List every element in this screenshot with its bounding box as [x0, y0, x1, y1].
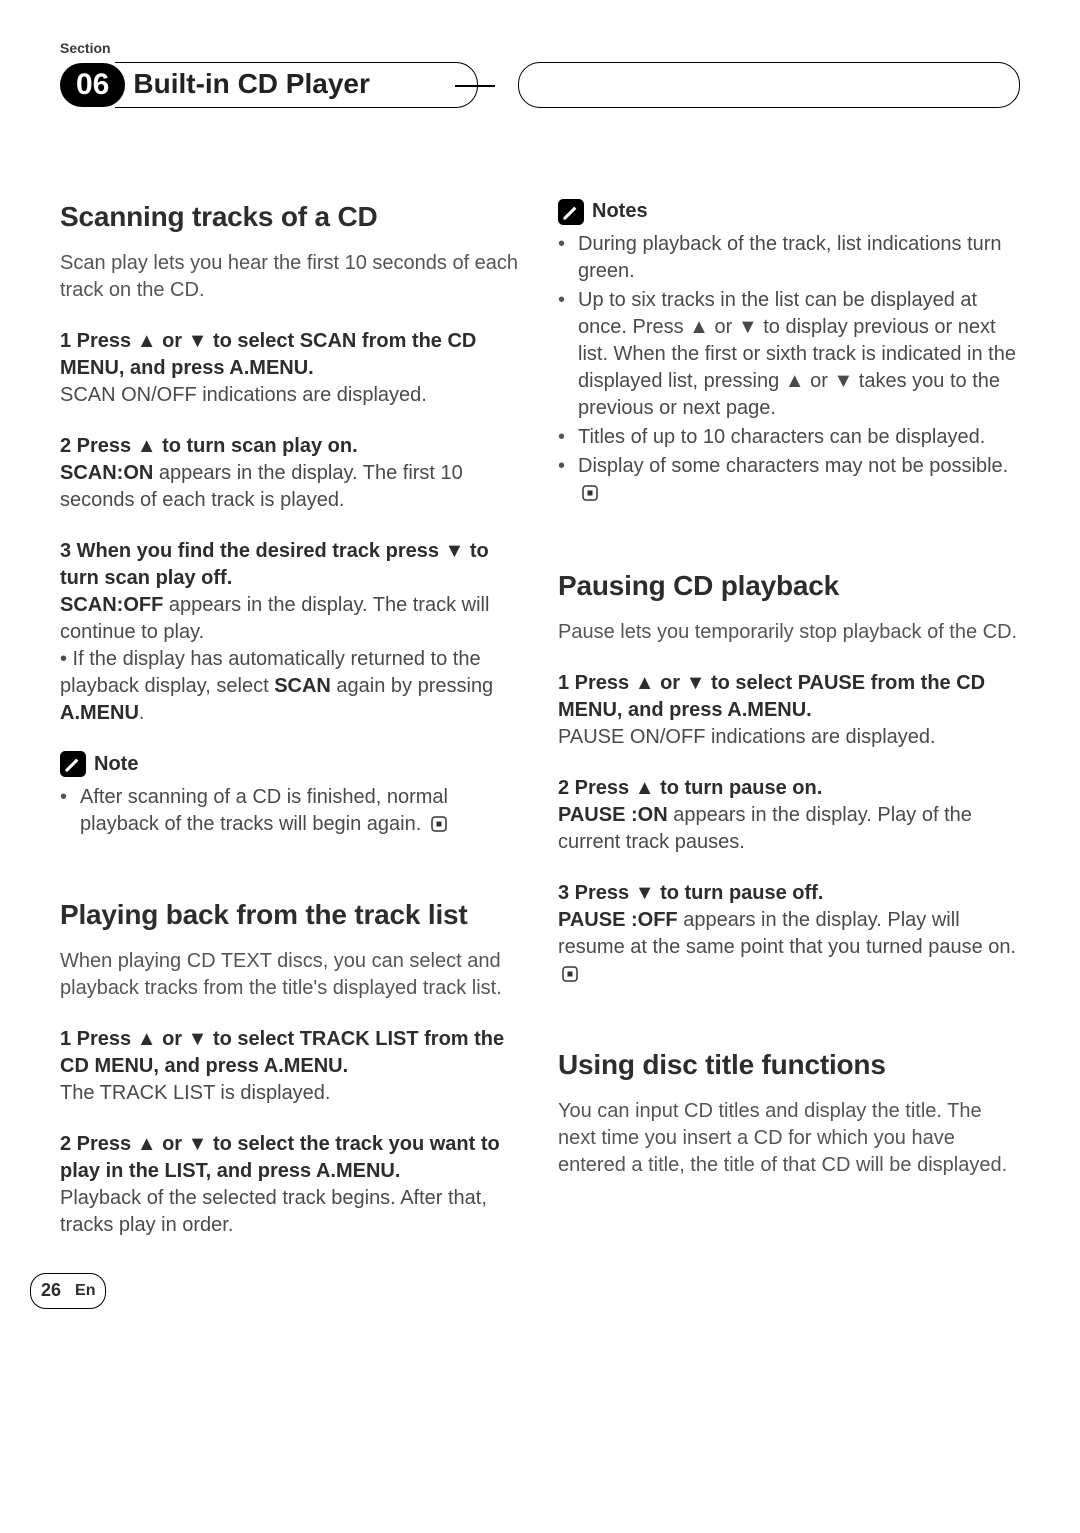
tracklist-step-2-lead: 2 Press ▲ or ▼ to select the track you w…	[60, 1131, 522, 1185]
heading-scanning: Scanning tracks of a CD	[60, 198, 522, 236]
heading-titles: Using disc title functions	[558, 1046, 1020, 1084]
note-label: Note	[94, 751, 138, 778]
tracklist-step-2: 2 Press ▲ or ▼ to select the track you w…	[60, 1131, 522, 1239]
end-icon	[562, 963, 580, 981]
heading-pausing: Pausing CD playback	[558, 567, 1020, 605]
bullet-dot: •	[558, 231, 570, 285]
scan-on-label: SCAN:ON	[60, 462, 153, 484]
page: Section 06 Built-in CD Player Scanning t…	[0, 0, 1080, 1343]
page-lang: En	[75, 1282, 95, 1300]
bullet-dot: •	[60, 784, 72, 838]
notes-text-1: During playback of the track, list indic…	[578, 231, 1020, 285]
notes-text-3: Titles of up to 10 characters can be dis…	[578, 424, 985, 451]
pencil-icon	[60, 751, 86, 777]
scanning-step-3: 3 When you find the desired track press …	[60, 538, 522, 727]
pausing-step-1: 1 Press ▲ or ▼ to select PAUSE from the …	[558, 670, 1020, 751]
scanning-step-3-extra: • If the display has automatically retur…	[60, 646, 522, 727]
notes-header: Notes	[558, 198, 1020, 225]
right-column: Notes • During playback of the track, li…	[558, 198, 1020, 1263]
section-header: 06 Built-in CD Player	[60, 62, 1020, 108]
header-capsule	[518, 62, 1020, 108]
note-text: After scanning of a CD is finished, norm…	[80, 784, 522, 838]
note-text-content: After scanning of a CD is finished, norm…	[80, 786, 448, 835]
note-header: Note	[60, 751, 522, 778]
bullet-dot: •	[558, 424, 570, 451]
scanning-step-3-lead: 3 When you find the desired track press …	[60, 538, 522, 592]
heading-tracklist: Playing back from the track list	[60, 896, 522, 934]
tracklist-step-1: 1 Press ▲ or ▼ to select TRACK LIST from…	[60, 1026, 522, 1107]
scan-label: SCAN	[274, 675, 331, 697]
scanning-step-1-lead: 1 Press ▲ or ▼ to select SCAN from the C…	[60, 328, 522, 382]
pausing-step-2-lead: 2 Press ▲ to turn pause on.	[558, 775, 1020, 802]
scanning-step-1-body: SCAN ON/OFF indications are displayed.	[60, 382, 522, 409]
page-number: 26	[41, 1280, 61, 1301]
pausing-step-1-lead: 1 Press ▲ or ▼ to select PAUSE from the …	[558, 670, 1020, 724]
pause-on-label: PAUSE :ON	[558, 804, 668, 826]
notes-text-4-content: Display of some characters may not be po…	[578, 455, 1008, 477]
pausing-step-3: 3 Press ▼ to turn pause off. PAUSE :OFF …	[558, 880, 1020, 988]
bullet-dot: •	[558, 453, 570, 507]
notes-bullet-1: • During playback of the track, list ind…	[558, 231, 1020, 285]
scan-off-label: SCAN:OFF	[60, 594, 163, 616]
notes-bullet-4: • Display of some characters may not be …	[558, 453, 1020, 507]
pencil-icon	[558, 199, 584, 225]
pausing-step-2: 2 Press ▲ to turn pause on. PAUSE :ON ap…	[558, 775, 1020, 856]
tracklist-step-1-lead: 1 Press ▲ or ▼ to select TRACK LIST from…	[60, 1026, 522, 1080]
scanning-step-3-body: SCAN:OFF appears in the display. The tra…	[60, 592, 522, 646]
scanning-step-3-extra-post: .	[139, 702, 145, 724]
notes-text-4: Display of some characters may not be po…	[578, 453, 1020, 507]
page-number-pill: 26 En	[30, 1273, 106, 1309]
notes-bullet-2: • Up to six tracks in the list can be di…	[558, 287, 1020, 422]
notes-text-2: Up to six tracks in the list can be disp…	[578, 287, 1020, 422]
left-column: Scanning tracks of a CD Scan play lets y…	[60, 198, 522, 1263]
chapter-title: Built-in CD Player	[115, 62, 478, 108]
amenu-label: A.MENU	[60, 702, 139, 724]
scanning-step-3-extra-mid: again by pressing	[331, 675, 493, 697]
notes-bullet-3: • Titles of up to 10 characters can be d…	[558, 424, 1020, 451]
end-icon	[431, 813, 449, 831]
pause-off-label: PAUSE :OFF	[558, 909, 678, 931]
content-columns: Scanning tracks of a CD Scan play lets y…	[60, 198, 1020, 1263]
pausing-intro: Pause lets you temporarily stop playback…	[558, 619, 1020, 646]
pausing-step-3-body: PAUSE :OFF appears in the display. Play …	[558, 907, 1020, 988]
end-icon	[582, 482, 600, 500]
pausing-step-2-body: PAUSE :ON appears in the display. Play o…	[558, 802, 1020, 856]
notes-label: Notes	[592, 198, 648, 225]
tracklist-intro: When playing CD TEXT discs, you can sele…	[60, 948, 522, 1002]
tracklist-step-2-body: Playback of the selected track begins. A…	[60, 1185, 522, 1239]
bullet-dot: •	[558, 287, 570, 422]
scanning-step-2: 2 Press ▲ to turn scan play on. SCAN:ON …	[60, 433, 522, 514]
scanning-step-2-lead: 2 Press ▲ to turn scan play on.	[60, 433, 522, 460]
titles-intro: You can input CD titles and display the …	[558, 1098, 1020, 1179]
pausing-step-3-lead: 3 Press ▼ to turn pause off.	[558, 880, 1020, 907]
note-bullet: • After scanning of a CD is finished, no…	[60, 784, 522, 838]
section-label: Section	[60, 40, 1020, 56]
scanning-intro: Scan play lets you hear the first 10 sec…	[60, 250, 522, 304]
tracklist-step-1-body: The TRACK LIST is displayed.	[60, 1080, 522, 1107]
scanning-step-1: 1 Press ▲ or ▼ to select SCAN from the C…	[60, 328, 522, 409]
scanning-step-2-body: SCAN:ON appears in the display. The firs…	[60, 460, 522, 514]
pausing-step-1-body: PAUSE ON/OFF indications are displayed.	[558, 724, 1020, 751]
